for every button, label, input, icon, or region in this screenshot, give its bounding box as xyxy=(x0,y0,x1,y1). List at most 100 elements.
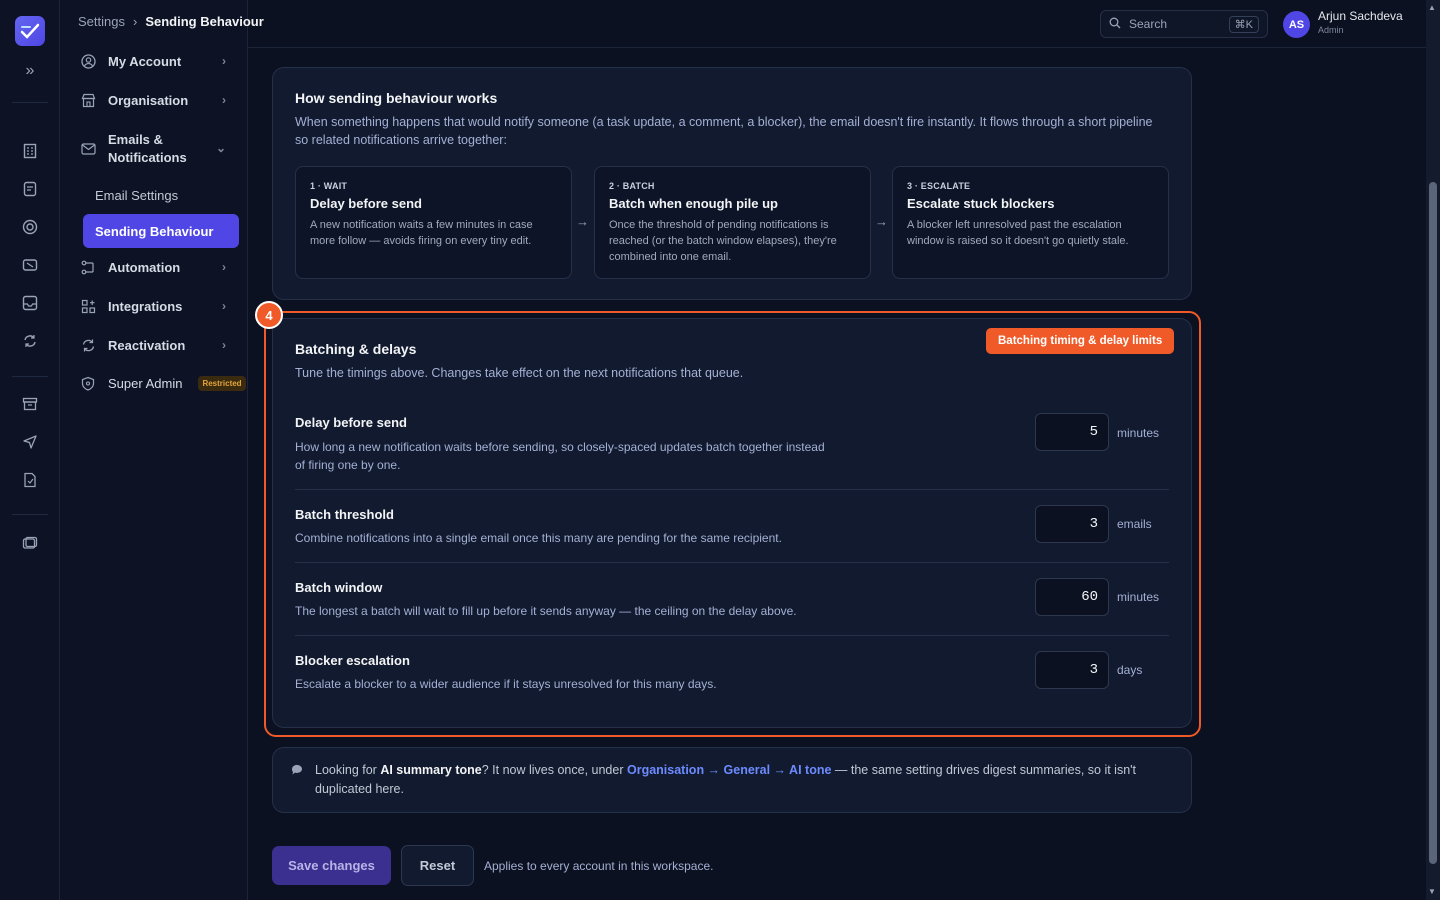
ai-tone-note: Looking for AI summary tone? It now live… xyxy=(315,761,1175,799)
cards-icon[interactable] xyxy=(20,533,40,553)
setting-desc-escalation: Escalate a blocker to a wider audience i… xyxy=(295,677,717,691)
building-icon[interactable] xyxy=(20,141,40,161)
search-label: Search xyxy=(1129,17,1168,31)
step-tag: 2 · BATCH xyxy=(609,181,655,191)
rail-divider xyxy=(12,376,48,377)
step-title: Escalate stuck blockers xyxy=(907,196,1055,211)
sidebar-item-email-settings[interactable]: Email Settings xyxy=(95,188,178,203)
chevron-right-icon: › xyxy=(222,93,226,107)
batch-window-input[interactable]: 60 xyxy=(1035,578,1109,616)
unit-label: emails xyxy=(1117,517,1152,531)
document-check-icon[interactable] xyxy=(20,470,40,490)
delay-before-send-input[interactable]: 5 xyxy=(1035,413,1109,451)
store-icon xyxy=(80,92,96,108)
inbox-icon[interactable] xyxy=(20,293,40,313)
send-icon[interactable] xyxy=(20,432,40,452)
search-icon xyxy=(1109,17,1121,32)
sidebar-item-organisation[interactable]: Organisation › xyxy=(80,92,232,108)
avatar[interactable]: AS xyxy=(1283,11,1310,38)
pipeline-step-batch: 2 · BATCH Batch when enough pile up Once… xyxy=(594,166,871,279)
expand-icon[interactable]: » xyxy=(20,61,40,81)
restricted-badge: Restricted xyxy=(198,375,246,391)
breadcrumb: Settings › Sending Behaviour xyxy=(78,14,264,29)
breadcrumb-root[interactable]: Settings xyxy=(78,14,125,29)
user-circle-icon xyxy=(80,53,96,69)
app-logo-icon[interactable] xyxy=(15,16,45,46)
archive-icon[interactable] xyxy=(20,394,40,414)
refresh-icon xyxy=(80,337,96,353)
sync-icon[interactable] xyxy=(20,331,40,351)
reset-button[interactable]: Reset xyxy=(401,845,474,886)
user-name[interactable]: Arjun Sachdeva xyxy=(1318,9,1403,23)
setting-title-delay: Delay before send xyxy=(295,415,407,430)
search-input[interactable]: Search ⌘K xyxy=(1100,10,1268,38)
sidebar-item-automation[interactable]: Automation › xyxy=(80,259,232,275)
pipeline-step-wait: 1 · WAIT Delay before send A new notific… xyxy=(295,166,572,279)
batch-threshold-input[interactable]: 3 xyxy=(1035,505,1109,543)
setting-title-threshold: Batch threshold xyxy=(295,507,394,522)
breadcrumb-separator-icon: › xyxy=(132,14,138,29)
step-tag: 1 · WAIT xyxy=(310,181,348,191)
sidebar-item-label: Integrations xyxy=(108,298,183,314)
sidebar-item-sending-behaviour[interactable]: Sending Behaviour xyxy=(83,214,239,248)
ticket-icon[interactable] xyxy=(20,255,40,275)
mail-icon xyxy=(80,141,96,157)
ai-tone-settings-link[interactable]: Organisation → General → AI tone xyxy=(627,763,831,777)
sidebar-item-label: Super Admin xyxy=(108,375,183,391)
step-tag: 3 · ESCALATE xyxy=(907,181,971,191)
annotation-number-badge: 4 xyxy=(255,301,283,329)
unit-label: minutes xyxy=(1117,426,1160,440)
step-description: Once the threshold of pending notificati… xyxy=(609,219,837,263)
sidebar-item-super-admin[interactable]: Super Admin Restricted xyxy=(80,375,250,391)
setting-desc-delay: How long a new notification waits before… xyxy=(295,440,825,472)
chevron-right-icon: › xyxy=(222,338,226,352)
row-divider xyxy=(295,635,1169,636)
row-divider xyxy=(295,562,1169,563)
chevron-down-icon: ⌄ xyxy=(215,141,226,155)
chevron-right-icon: › xyxy=(222,299,226,313)
applies-hint: Applies to every account in this workspa… xyxy=(484,859,714,873)
note-bold: AI summary tone xyxy=(380,763,482,777)
scrollbar-thumb[interactable] xyxy=(1429,182,1437,864)
setting-desc-window: The longest a batch will wait to fill up… xyxy=(295,604,797,618)
arrow-right-icon: → xyxy=(875,214,888,229)
how-it-works-title: How sending behaviour works xyxy=(295,90,498,106)
unit-label: minutes xyxy=(1117,590,1160,604)
sidebar-item-reactivation[interactable]: Reactivation › xyxy=(80,337,232,353)
annotation-label: Batching timing & delay limits xyxy=(986,328,1175,354)
scroll-down-icon[interactable]: ▼ xyxy=(1428,887,1436,896)
arrow-right-icon: → xyxy=(576,214,589,229)
pipeline-step-escalate: 3 · ESCALATE Escalate stuck blockers A b… xyxy=(892,166,1169,279)
sidebar-item-label: My Account xyxy=(108,53,182,69)
user-role: Admin xyxy=(1318,25,1344,35)
search-shortcut: ⌘K xyxy=(1228,15,1259,33)
sidebar-item-emails-notifications[interactable]: Emails & Notifications ⌄ xyxy=(80,131,232,167)
step-description: A new notification waits a few minutes i… xyxy=(310,219,533,247)
grid-plus-icon xyxy=(80,298,96,314)
sidebar-item-label: Organisation xyxy=(108,92,189,108)
breadcrumb-current: Sending Behaviour xyxy=(145,14,264,29)
target-icon[interactable] xyxy=(20,217,40,237)
step-description: A blocker left unresolved past the escal… xyxy=(907,219,1129,247)
task-list-icon[interactable] xyxy=(20,179,40,199)
sidebar-item-label: Automation xyxy=(108,259,181,275)
sidebar-item-label: Reactivation xyxy=(108,337,186,353)
setting-title-window: Batch window xyxy=(295,580,383,595)
row-divider xyxy=(295,489,1169,490)
chat-bubble-icon xyxy=(291,763,303,781)
shield-icon xyxy=(80,375,96,391)
save-changes-button[interactable]: Save changes xyxy=(272,846,391,885)
rail-divider xyxy=(12,102,48,103)
setting-desc-threshold: Combine notifications into a single emai… xyxy=(295,531,782,545)
sidebar-item-label: Emails & Notifications xyxy=(108,132,187,165)
chevron-right-icon: › xyxy=(222,54,226,68)
sidebar-item-integrations[interactable]: Integrations › xyxy=(80,298,232,314)
sidebar-item-my-account[interactable]: My Account › xyxy=(80,53,232,69)
how-it-works-description: When something happens that would notify… xyxy=(295,115,1153,147)
scroll-up-icon[interactable]: ▲ xyxy=(1428,3,1436,12)
unit-label: days xyxy=(1117,663,1143,677)
blocker-escalation-input[interactable]: 3 xyxy=(1035,651,1109,689)
chevron-right-icon: › xyxy=(222,260,226,274)
rail-divider xyxy=(12,514,48,515)
automation-icon xyxy=(80,259,96,275)
